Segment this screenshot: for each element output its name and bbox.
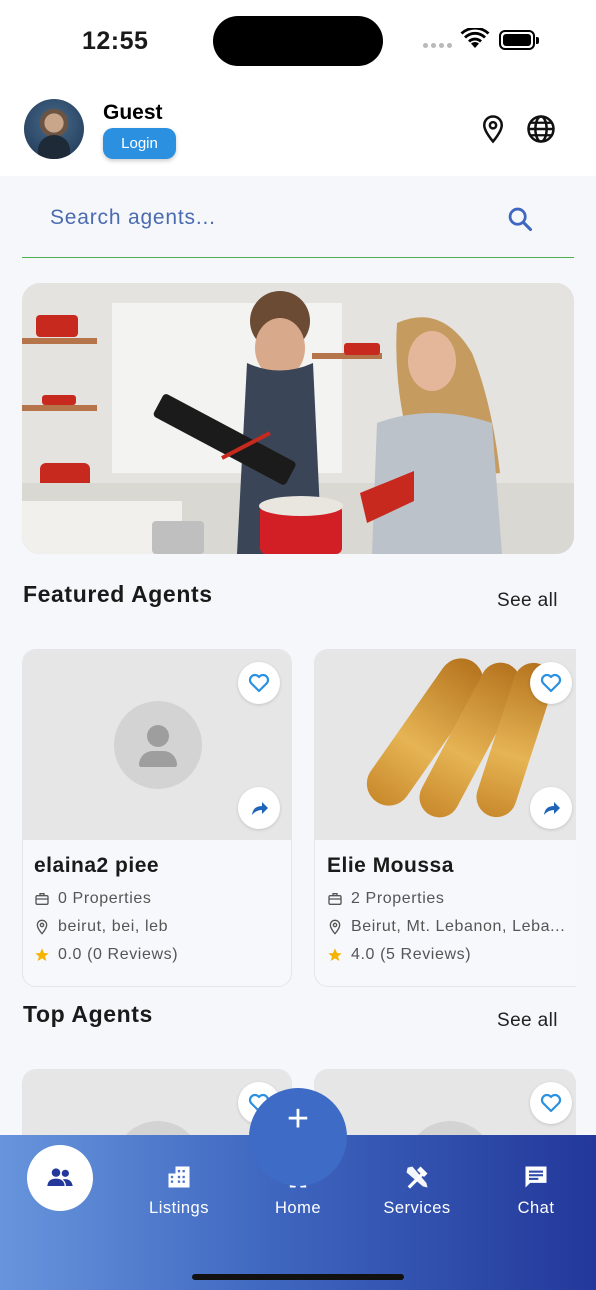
app-header: Guest Login	[0, 84, 596, 176]
agent-properties: 2 Properties	[327, 890, 444, 908]
briefcase-icon	[35, 893, 49, 905]
location-pin-icon[interactable]	[478, 114, 508, 144]
cellular-signal-icon	[423, 43, 452, 48]
agent-name: elaina2 piee	[34, 854, 160, 877]
building-icon	[168, 1166, 190, 1188]
agent-rating-text: 0.0 (0 Reviews)	[58, 946, 179, 963]
share-button[interactable]	[530, 787, 572, 829]
heart-icon	[540, 673, 562, 693]
agent-rating-text: 4.0 (5 Reviews)	[351, 946, 472, 963]
share-arrow-icon	[252, 802, 268, 815]
share-arrow-icon	[544, 802, 560, 815]
search-icon[interactable]	[506, 205, 534, 233]
tools-icon	[406, 1166, 428, 1189]
briefcase-icon	[328, 893, 342, 905]
nav-label-home: Home	[274, 1199, 321, 1217]
star-icon	[35, 948, 49, 961]
favorite-button[interactable]	[530, 1082, 572, 1124]
person-placeholder-icon	[114, 701, 202, 789]
nav-label-services: Services	[383, 1199, 451, 1217]
see-all-featured-link[interactable]: See all	[497, 590, 558, 612]
wifi-icon	[460, 28, 490, 48]
agent-location-text: beirut, bei, leb	[58, 918, 169, 935]
heart-icon	[248, 673, 270, 693]
login-button[interactable]: Login	[103, 128, 176, 159]
nav-item-listings[interactable]: Listings	[131, 1163, 227, 1218]
add-button[interactable]: +	[249, 1088, 347, 1186]
see-all-top-link[interactable]: See all	[497, 1010, 558, 1032]
battery-icon	[499, 30, 539, 50]
agent-card[interactable]: elaina2 piee 0 Properties beirut, bei, l…	[22, 649, 292, 987]
status-bar: 12:55	[0, 0, 596, 84]
nav-label-chat: Chat	[517, 1199, 555, 1217]
nav-item-services[interactable]: Services	[369, 1163, 465, 1218]
dynamic-island	[213, 16, 383, 66]
favorite-button[interactable]	[238, 662, 280, 704]
people-icon	[47, 1168, 73, 1186]
nav-item-agents[interactable]	[27, 1145, 93, 1211]
heart-icon	[540, 1093, 562, 1113]
nav-label-listings: Listings	[149, 1199, 209, 1217]
star-icon	[328, 948, 342, 961]
agent-rating: 0.0 (0 Reviews)	[34, 946, 178, 964]
globe-icon[interactable]	[526, 114, 556, 144]
agent-location: Beirut, Mt. Lebanon, Leba...	[327, 918, 565, 936]
user-name: Guest	[103, 101, 163, 124]
agent-location-text: Beirut, Mt. Lebanon, Leba...	[351, 918, 566, 935]
avatar[interactable]	[24, 99, 84, 159]
section-title-featured-agents: Featured Agents	[23, 581, 213, 607]
location-pin-icon	[36, 919, 48, 935]
status-time: 12:55	[82, 27, 149, 55]
search-bar: Search agents...	[22, 186, 574, 258]
search-input[interactable]: Search agents...	[50, 206, 216, 230]
agent-rating: 4.0 (5 Reviews)	[327, 946, 471, 964]
share-button[interactable]	[238, 787, 280, 829]
section-title-top-agents: Top Agents	[23, 1001, 153, 1027]
chat-icon	[525, 1166, 547, 1188]
home-indicator	[192, 1274, 404, 1280]
hero-illustration	[22, 283, 574, 554]
agent-properties: 0 Properties	[34, 890, 151, 908]
agent-card[interactable]: Elie Moussa 2 Properties Beirut, Mt. Leb…	[314, 649, 576, 987]
location-pin-icon	[329, 919, 341, 935]
nav-item-chat[interactable]: Chat	[488, 1163, 584, 1218]
agent-name: Elie Moussa	[327, 854, 454, 877]
hero-banner-image[interactable]	[22, 283, 574, 554]
favorite-button[interactable]	[530, 662, 572, 704]
agent-properties-count: 2 Properties	[351, 890, 445, 907]
agent-location: beirut, bei, leb	[34, 918, 168, 936]
agent-properties-count: 0 Properties	[58, 890, 152, 907]
